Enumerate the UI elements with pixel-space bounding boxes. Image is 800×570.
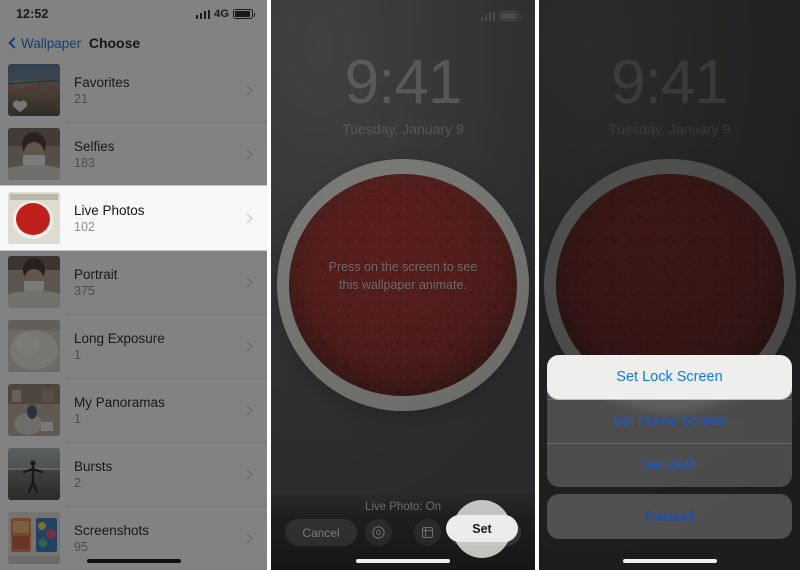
chevron-right-icon (242, 277, 253, 287)
album-row[interactable]: Long Exposure 1 (0, 314, 267, 378)
lock-date: Tuesday, January 9 (608, 121, 731, 137)
lock-time: 9:41 (611, 48, 729, 117)
wallpaper-mode-buttons (365, 519, 441, 546)
status-bar-time: 12:52 (16, 7, 49, 21)
album-row[interactable]: Portrait 375 (0, 250, 267, 314)
home-indicator (86, 558, 181, 563)
cancel-button[interactable]: Cancel (285, 519, 357, 546)
chevron-right-icon (242, 533, 253, 543)
chevron-left-icon (8, 37, 20, 49)
home-indicator (356, 558, 450, 563)
lock-date: Tuesday, January 9 (342, 121, 464, 137)
album-count: 375 (74, 283, 95, 298)
album-title: Screenshots (74, 522, 150, 538)
album-row-text: Screenshots 95 (60, 523, 244, 554)
album-thumbnail (8, 512, 60, 564)
signal-bars-icon (480, 11, 495, 21)
panel-set-wallpaper-sheet: 9:41 Tuesday, January 9 Set Lock Screen S… (539, 0, 800, 570)
album-row-text: Long Exposure 1 (60, 331, 244, 362)
album-count: 21 (74, 91, 88, 106)
album-thumbnail (8, 256, 60, 308)
panel-wallpaper-preview: 9:41 Tuesday, January 9 Press on the scr… (271, 0, 535, 570)
chevron-right-icon (242, 85, 253, 95)
chevron-right-icon (242, 213, 253, 223)
back-button[interactable]: Wallpaper (8, 35, 82, 51)
chevron-right-icon (242, 469, 253, 479)
chevron-right-icon (242, 149, 253, 159)
lock-status-right-group (480, 11, 521, 21)
album-row-text: Portrait 375 (60, 267, 244, 298)
lock-clock: 9:41 Tuesday, January 9 (539, 48, 800, 138)
chevron-right-icon (242, 341, 253, 351)
photos-album-list-screen: 12:52 4G Wallpaper Choose Favorites 21 Sel… (0, 0, 267, 570)
album-count: 2 (74, 475, 81, 490)
album-thumbnail (8, 64, 60, 116)
album-count: 1 (74, 411, 81, 426)
album-count: 95 (74, 539, 88, 554)
album-count: 102 (74, 219, 95, 234)
set-wallpaper-action-sheet: Set Lock Screen Set Home Screen Set Both C… (547, 355, 792, 539)
signal-bars-icon (195, 9, 211, 19)
three-panel-tutorial-screenshot: 12:52 4G Wallpaper Choose Favorites 21 Sel… (0, 0, 800, 570)
album-row-text: Bursts 2 (60, 459, 244, 490)
perspective-zoom-icon[interactable] (414, 519, 441, 546)
album-thumbnail (8, 128, 60, 180)
album-thumbnail (8, 320, 60, 372)
lock-status-bar (271, 6, 535, 26)
home-indicator (622, 558, 717, 563)
album-row-text: My Panoramas 1 (60, 395, 244, 426)
album-count: 183 (74, 155, 95, 170)
album-title: Selfies (74, 138, 115, 154)
album-row[interactable]: Favorites 21 (0, 58, 267, 122)
album-count: 1 (74, 347, 81, 362)
still-photo-icon[interactable] (365, 519, 392, 546)
back-button-label: Wallpaper (21, 35, 82, 51)
animate-hint-text: Press on the screen to see this wallpape… (271, 258, 535, 294)
album-row-text: Selfies 183 (60, 139, 244, 170)
lock-screen-preview: 9:41 Tuesday, January 9 Press on the scr… (271, 0, 535, 570)
album-title: Portrait (74, 266, 118, 282)
action-sheet-options-group[interactable]: Set Lock Screen Set Home Screen Set Both (547, 355, 792, 487)
panel-album-chooser: 12:52 4G Wallpaper Choose Favorites 21 Sel… (0, 0, 267, 570)
album-row-text: Live Photos102 (60, 203, 244, 234)
album-thumbnail (8, 192, 60, 244)
album-row[interactable]: My Panoramas 1 (0, 378, 267, 442)
album-list[interactable]: Favorites21Selfies183Live Photos102Portr… (0, 58, 267, 570)
battery-icon (499, 11, 521, 21)
action-sheet-cancel-button[interactable]: Cancel (547, 494, 792, 539)
album-title: My Panoramas (74, 394, 165, 410)
battery-icon (233, 9, 255, 19)
album-title: Bursts (74, 458, 113, 474)
status-bar-right-group: 4G (195, 8, 255, 20)
album-thumbnail (8, 448, 60, 500)
action-sheet-option[interactable]: Set Home Screen (547, 399, 792, 443)
navigation-bar: Wallpaper Choose (0, 28, 267, 58)
status-bar: 12:52 4G (0, 0, 267, 28)
album-title: Live Photos (74, 202, 145, 218)
album-thumbnail (8, 384, 60, 436)
album-title: Long Exposure (74, 330, 165, 346)
album-title: Favorites (74, 74, 130, 90)
album-row-highlighted[interactable]: Live Photos 102 (0, 186, 267, 250)
animate-hint-line-1: Press on the screen to see (328, 260, 478, 274)
network-type-label: 4G (214, 8, 229, 20)
album-row[interactable]: Selfies 183 (0, 122, 267, 186)
chevron-right-icon (242, 405, 253, 415)
lock-clock: 9:41 Tuesday, January 9 (271, 48, 535, 138)
album-row-text: Favorites 21 (60, 75, 244, 106)
animate-hint-line-2: this wallpaper animate. (339, 278, 467, 293)
album-row[interactable]: Bursts 2 (0, 442, 267, 506)
lock-time: 9:41 (344, 48, 463, 117)
action-sheet-option[interactable]: Set Both (547, 443, 792, 487)
set-button-highlighted[interactable]: Set (446, 515, 518, 542)
action-sheet-option[interactable]: Set Lock Screen (547, 355, 792, 399)
